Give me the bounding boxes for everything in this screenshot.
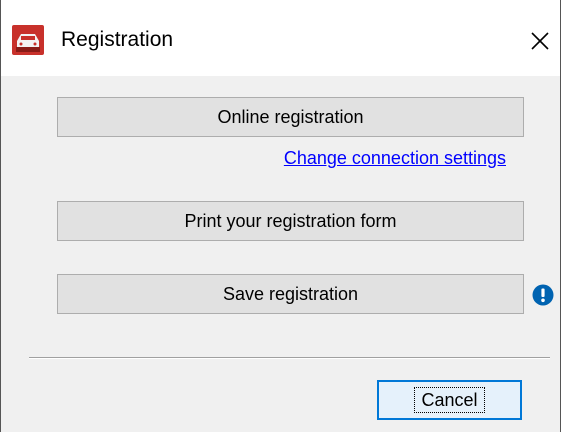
app-icon	[12, 25, 44, 55]
save-registration-button[interactable]: Save registration	[57, 274, 524, 314]
save-registration-label: Save registration	[222, 283, 359, 304]
close-button[interactable]	[525, 26, 555, 56]
separator	[29, 357, 550, 359]
change-connection-settings-link[interactable]: Change connection settings	[284, 148, 506, 169]
cancel-button[interactable]: Cancel	[377, 380, 522, 420]
print-registration-form-label: Print your registration form	[184, 210, 397, 231]
registration-dialog: Registration Online registration Change …	[0, 0, 561, 432]
online-registration-button[interactable]: Online registration	[57, 97, 524, 137]
window-title: Registration	[61, 28, 174, 51]
online-registration-label: Online registration	[217, 106, 364, 127]
close-icon	[531, 32, 549, 50]
info-icon	[532, 284, 554, 306]
dialog-body: Online registration Change connection se…	[1, 76, 560, 432]
print-registration-form-button[interactable]: Print your registration form	[57, 201, 524, 241]
cancel-label: Cancel	[414, 386, 485, 413]
title-bar: Registration	[1, 0, 560, 76]
